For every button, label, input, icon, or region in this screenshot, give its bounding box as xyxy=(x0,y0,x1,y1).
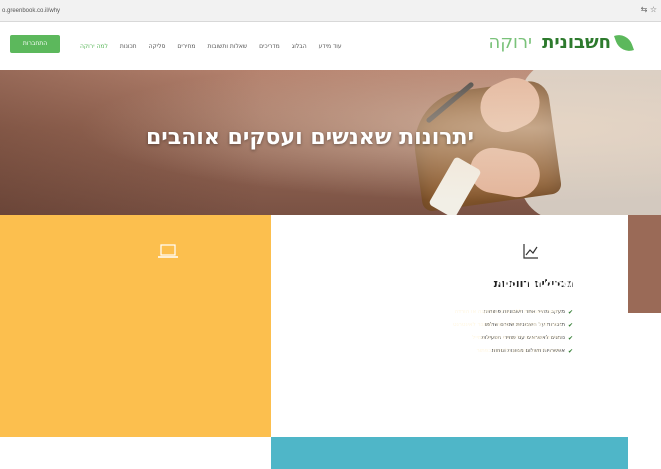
login-button[interactable]: התחברות xyxy=(10,35,60,53)
list-item-text: הפקת חשבוניות ללא צורך בהתקנה או הורדה xyxy=(454,309,561,315)
list-item: ✔ חיבור לרואה החשבון בלחיצת כפתור xyxy=(453,345,569,358)
nav-item-clearing[interactable]: סליקה xyxy=(149,40,166,54)
hero-banner: יתרונות שאנשים ועסקים אוהבים xyxy=(0,70,661,215)
url-field[interactable]: o.greenbook.co.il/why xyxy=(2,5,614,17)
save-time-title: חוסכים זמן וכסף xyxy=(496,277,581,290)
nav-item-faq[interactable]: שאלות ותשובות xyxy=(207,40,247,54)
next-section-blue xyxy=(271,437,628,469)
list-item-text: חיבור לרואה החשבון בלחיצת כפתור xyxy=(476,348,561,354)
nav-item-features[interactable]: תכונות xyxy=(120,40,137,54)
nav-item-why[interactable]: למה ירוקה xyxy=(80,40,108,54)
check-icon: ✔ xyxy=(563,335,569,342)
list-item: ✔ גישה מכל מקום ומכל מכשיר מחובר לאינטרנט xyxy=(453,319,569,332)
logo-sub-text: ירוקה xyxy=(488,32,533,53)
check-icon: ✔ xyxy=(563,322,569,329)
logo[interactable]: חשבונית ירוקה xyxy=(488,30,634,55)
laptop-icon xyxy=(158,244,178,258)
next-section-white xyxy=(0,437,271,469)
nav-item-more[interactable]: עוד מידע xyxy=(319,40,342,54)
save-time-list: ✔ הפקת חשבוניות ללא צורך בהתקנה או הורדה … xyxy=(453,306,569,358)
hero-edge-strip xyxy=(628,215,661,313)
list-item: ✔ שליחת מסמכים ללקוחות ישירות במייל xyxy=(453,332,569,345)
save-time-panel xyxy=(0,215,271,437)
list-item-text: שליחת מסמכים ללקוחות ישירות במייל xyxy=(472,335,561,341)
profit-panel xyxy=(271,215,628,437)
check-icon: ✔ xyxy=(563,348,569,355)
nav-item-guides[interactable]: מדריכים xyxy=(259,40,280,54)
browser-action-icons[interactable]: ⇆ ☆ xyxy=(641,5,657,14)
nav-item-pricing[interactable]: מחירים xyxy=(177,40,195,54)
site-header: חשבונית ירוקה למה ירוקה תכונות סליקה מחי… xyxy=(0,22,661,70)
logo-main-text: חשבונית xyxy=(542,32,611,53)
main-nav: למה ירוקה תכונות סליקה מחירים שאלות ותשו… xyxy=(80,40,342,54)
hero-title: יתרונות שאנשים ועסקים אוהבים xyxy=(145,125,475,150)
browser-address-bar[interactable]: o.greenbook.co.il/why ⇆ ☆ xyxy=(0,0,661,22)
chart-icon xyxy=(523,244,538,259)
list-item: ✔ הפקת חשבוניות ללא צורך בהתקנה או הורדה xyxy=(453,306,569,319)
list-item-text: גישה מכל מקום ומכל מכשיר מחובר לאינטרנט xyxy=(453,322,561,328)
page-edge-strip xyxy=(628,313,661,469)
leaf-icon xyxy=(614,30,634,55)
check-icon: ✔ xyxy=(563,309,569,316)
nav-item-blog[interactable]: הבלוג xyxy=(292,40,307,54)
